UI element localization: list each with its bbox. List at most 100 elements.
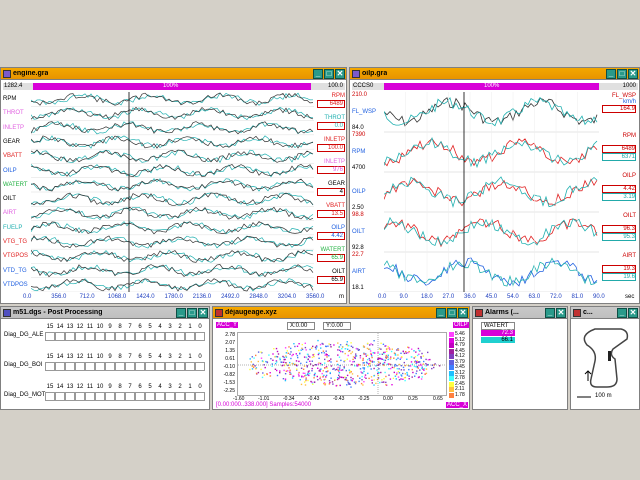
- scatter-point: [319, 343, 322, 346]
- scatter-point: [401, 375, 403, 377]
- scatter-point: [370, 353, 372, 356]
- post-bit-header: 9: [108, 384, 112, 390]
- engine-titlebar[interactable]: engine.gra _ □ ✕: [1, 68, 346, 80]
- scatter-point: [301, 343, 303, 346]
- maximize-button[interactable]: □: [617, 69, 627, 79]
- dej-legend-value: 1.78: [455, 391, 465, 398]
- scatter-point: [373, 361, 375, 363]
- scatter-point: [327, 370, 329, 372]
- scatter-point: [281, 361, 283, 363]
- scatter-point: [341, 346, 344, 348]
- oilp-window[interactable]: oilp.gra _ □ ✕ CCCS0 100% 1000 210.0 FL_W…: [349, 67, 640, 304]
- close-button[interactable]: ✕: [556, 308, 566, 318]
- post-bit-header: 2: [178, 354, 182, 360]
- scatter-point: [324, 354, 326, 356]
- scatter-point: [416, 365, 419, 368]
- minimize-button[interactable]: _: [606, 69, 616, 79]
- engine-window[interactable]: engine.gra _ □ ✕ 1282.4 100% 100.0 RPM TH…: [0, 67, 347, 304]
- engine-right-name: INLETP: [323, 159, 345, 165]
- dej-titlebar[interactable]: déjaugeage.xyz _ □ ✕: [213, 307, 469, 319]
- oilp-titlebar[interactable]: oilp.gra _ □ ✕: [350, 68, 639, 80]
- scatter-point: [404, 379, 406, 382]
- dej-window[interactable]: déjaugeage.xyz _ □ ✕ ACC_Y X:0.00 Y:0.00…: [212, 306, 470, 410]
- close-button[interactable]: ✕: [628, 308, 638, 318]
- oilp-scroll-bar[interactable]: 100%: [384, 83, 599, 90]
- scatter-point: [279, 370, 281, 372]
- minimize-button[interactable]: _: [436, 308, 446, 318]
- minimize-button[interactable]: _: [545, 308, 555, 318]
- post-bit-cell: [135, 332, 145, 341]
- post-bit-header: 10: [96, 324, 104, 330]
- engine-right-value: 4: [317, 188, 345, 196]
- scatter-point: [260, 368, 262, 371]
- scatter-point: [387, 363, 390, 365]
- track-title: c...: [583, 309, 593, 316]
- engine-trace: [31, 106, 314, 121]
- oilp-x-tick: 27.0: [442, 294, 455, 300]
- engine-x-tick: 3560.0: [306, 294, 325, 300]
- scatter-point: [382, 362, 385, 364]
- close-button[interactable]: ✕: [458, 308, 468, 318]
- post-bit-header: 3: [168, 324, 172, 330]
- dej-y-field[interactable]: Y:0.00: [323, 322, 351, 330]
- minimize-button[interactable]: _: [313, 69, 323, 79]
- scatter-point: [286, 350, 288, 352]
- track-window[interactable]: c... _ ✕ 100 m: [570, 306, 640, 410]
- post-window[interactable]: m51.dgs - Post Processing _ □ ✕ Diag_DG_…: [0, 306, 210, 410]
- scatter-point: [387, 358, 389, 361]
- scatter-point: [352, 358, 354, 361]
- maximize-button[interactable]: □: [447, 308, 457, 318]
- scatter-point: [263, 374, 266, 376]
- scatter-point: [393, 366, 395, 369]
- post-bit-header: 15: [46, 324, 54, 330]
- maximize-button[interactable]: □: [187, 308, 197, 318]
- dej-scatter-plot[interactable]: [237, 332, 447, 396]
- post-bit-header: 0: [198, 384, 202, 390]
- scatter-point: [351, 351, 354, 353]
- oilp-title: oilp.gra: [362, 70, 388, 77]
- engine-row-label: VTD_TG: [3, 267, 27, 274]
- dej-y-tick: 2.07: [225, 340, 235, 346]
- scatter-point: [384, 345, 386, 347]
- engine-right-value: 65.9: [317, 254, 345, 262]
- scatter-point: [379, 353, 381, 355]
- maximize-button[interactable]: □: [324, 69, 334, 79]
- engine-scroll-bar[interactable]: 100%: [33, 83, 311, 90]
- oilp-trace: [384, 137, 598, 167]
- scatter-point: [340, 369, 342, 371]
- scatter-point: [274, 368, 277, 370]
- scatter-point: [266, 373, 268, 376]
- post-bit-cell: [175, 392, 185, 401]
- dej-x-field[interactable]: X:0.00: [287, 322, 315, 330]
- close-button[interactable]: ✕: [198, 308, 208, 318]
- engine-trace: [31, 192, 314, 206]
- alarms-titlebar[interactable]: Alarms (... _ ✕: [473, 307, 567, 319]
- scatter-point: [357, 375, 359, 377]
- scatter-point: [413, 365, 416, 368]
- scatter-point: [255, 372, 258, 375]
- post-titlebar[interactable]: m51.dgs - Post Processing _ □ ✕: [1, 307, 209, 319]
- oilp-right-value-2: 95.3: [602, 233, 636, 241]
- minimize-button[interactable]: _: [176, 308, 186, 318]
- scatter-point: [402, 350, 404, 352]
- alarms-window[interactable]: Alarms (... _ ✕ WATERT 72.3 66.1: [472, 306, 568, 410]
- scatter-point: [376, 369, 378, 371]
- minimize-button[interactable]: _: [617, 308, 627, 318]
- oilp-plot[interactable]: [384, 92, 599, 292]
- track-titlebar[interactable]: c... _ ✕: [571, 307, 639, 319]
- scatter-point: [353, 360, 355, 363]
- scatter-point: [289, 373, 291, 375]
- scatter-point: [298, 375, 300, 377]
- engine-plot[interactable]: [31, 92, 314, 292]
- scatter-point: [344, 376, 346, 378]
- close-button[interactable]: ✕: [628, 69, 638, 79]
- scatter-point: [414, 375, 416, 377]
- scatter-point: [424, 373, 426, 375]
- post-bit-cell: [145, 332, 155, 341]
- scatter-point: [389, 363, 391, 365]
- dej-x-tick: -0.43: [333, 396, 345, 402]
- scatter-point: [362, 362, 364, 364]
- close-button[interactable]: ✕: [335, 69, 345, 79]
- scatter-point: [417, 367, 419, 369]
- post-bit-header: 1: [188, 384, 192, 390]
